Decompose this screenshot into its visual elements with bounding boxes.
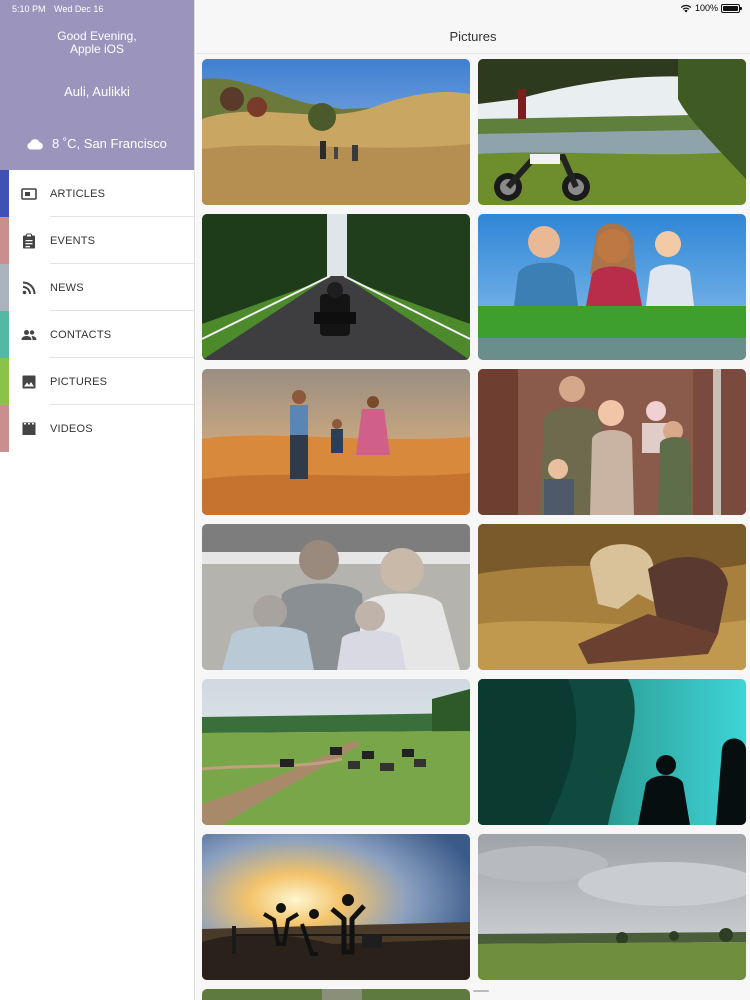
sidebar-item-events[interactable]: EVENTS xyxy=(0,217,194,264)
picture-partial-photo[interactable] xyxy=(202,989,470,1000)
sidebar-item-news[interactable]: NEWS xyxy=(0,264,194,311)
status-bar: 5:10 PM Wed Dec 16 100% xyxy=(0,0,750,18)
battery-icon xyxy=(721,3,742,13)
cloud-icon xyxy=(27,138,43,149)
greeting-line-2: Apple iOS xyxy=(69,42,125,56)
picture-family-walking-field[interactable] xyxy=(202,59,470,205)
sidebar-item-label: VIDEOS xyxy=(50,423,93,435)
picture-family-in-autumn-forest[interactable] xyxy=(478,369,746,515)
picture-family-on-beach[interactable] xyxy=(202,524,470,670)
greeting: Good Evening, Apple iOS xyxy=(0,30,194,56)
image-icon xyxy=(22,375,36,389)
weather-text: 8 ˚C, San Francisco xyxy=(52,136,167,151)
photo-image xyxy=(478,834,746,980)
photo-image xyxy=(478,214,746,360)
photo-image xyxy=(202,214,470,360)
status-date: Wed Dec 16 xyxy=(54,4,104,14)
events-color-stripe xyxy=(0,217,9,264)
sidebar-header: Good Evening, Apple iOS Auli, Aulikki 8 … xyxy=(0,0,194,170)
photo-image xyxy=(478,369,746,515)
weather-widget: 8 ˚C, San Francisco xyxy=(26,136,167,151)
status-time: 5:10 PM xyxy=(12,4,46,14)
picture-motorcycle-on-road[interactable] xyxy=(202,214,470,360)
picture-family-on-grass[interactable] xyxy=(478,214,746,360)
photo-image xyxy=(202,989,470,1000)
page-title: Pictures xyxy=(449,29,497,44)
sidebar-menu: ARTICLES EVENTS NEWS CONTACTS PICTURES V… xyxy=(0,170,194,452)
photo-image xyxy=(202,59,470,205)
sidebar-item-label: PICTURES xyxy=(50,376,108,388)
film-icon xyxy=(22,422,36,435)
news-color-stripe xyxy=(0,264,9,311)
photo-image xyxy=(202,679,470,825)
clipboard-icon xyxy=(23,233,35,249)
pictures-color-stripe xyxy=(0,358,9,405)
navigation-bar: Pictures xyxy=(196,18,750,54)
photo-image xyxy=(478,679,746,825)
picture-cloudy-landscape[interactable] xyxy=(478,834,746,980)
main-content: Pictures xyxy=(196,0,750,1000)
sidebar-item-videos[interactable]: VIDEOS xyxy=(0,405,194,452)
people-icon xyxy=(21,330,37,340)
article-icon xyxy=(21,188,37,200)
app-screen: 5:10 PM Wed Dec 16 100% Good Evening, Ap… xyxy=(0,0,750,1000)
photo-image xyxy=(202,524,470,670)
picture-motorcycle-by-lake[interactable] xyxy=(478,59,746,205)
sidebar-item-label: EVENTS xyxy=(50,235,96,247)
sidebar-item-label: ARTICLES xyxy=(50,188,106,200)
rss-icon xyxy=(22,281,36,295)
articles-color-stripe xyxy=(0,170,9,217)
contacts-color-stripe xyxy=(0,311,9,358)
photo-image xyxy=(202,834,470,980)
sidebar-item-pictures[interactable]: PICTURES xyxy=(0,358,194,405)
sidebar-item-label: NEWS xyxy=(50,282,84,294)
battery-percent: 100% xyxy=(694,3,718,13)
sidebar-item-contacts[interactable]: CONTACTS xyxy=(0,311,194,358)
picture-friends-at-sunset[interactable] xyxy=(202,834,470,980)
picture-family-walking-sunset[interactable] xyxy=(202,369,470,515)
photo-image xyxy=(478,524,746,670)
videos-color-stripe xyxy=(0,405,9,452)
wifi-icon xyxy=(680,4,692,12)
sidebar-item-label: CONTACTS xyxy=(50,329,112,341)
sidebar: Good Evening, Apple iOS Auli, Aulikki 8 … xyxy=(0,0,195,1000)
sidebar-item-articles[interactable]: ARTICLES xyxy=(0,170,194,217)
picture-girl-in-hay[interactable] xyxy=(478,524,746,670)
home-indicator[interactable] xyxy=(473,990,489,992)
picture-motorcycles-in-meadow[interactable] xyxy=(202,679,470,825)
photo-image xyxy=(478,59,746,205)
status-right: 100% xyxy=(680,3,742,13)
photo-image xyxy=(202,369,470,515)
picture-underwater-silhouette[interactable] xyxy=(478,679,746,825)
user-name: Auli, Aulikki xyxy=(64,84,130,99)
